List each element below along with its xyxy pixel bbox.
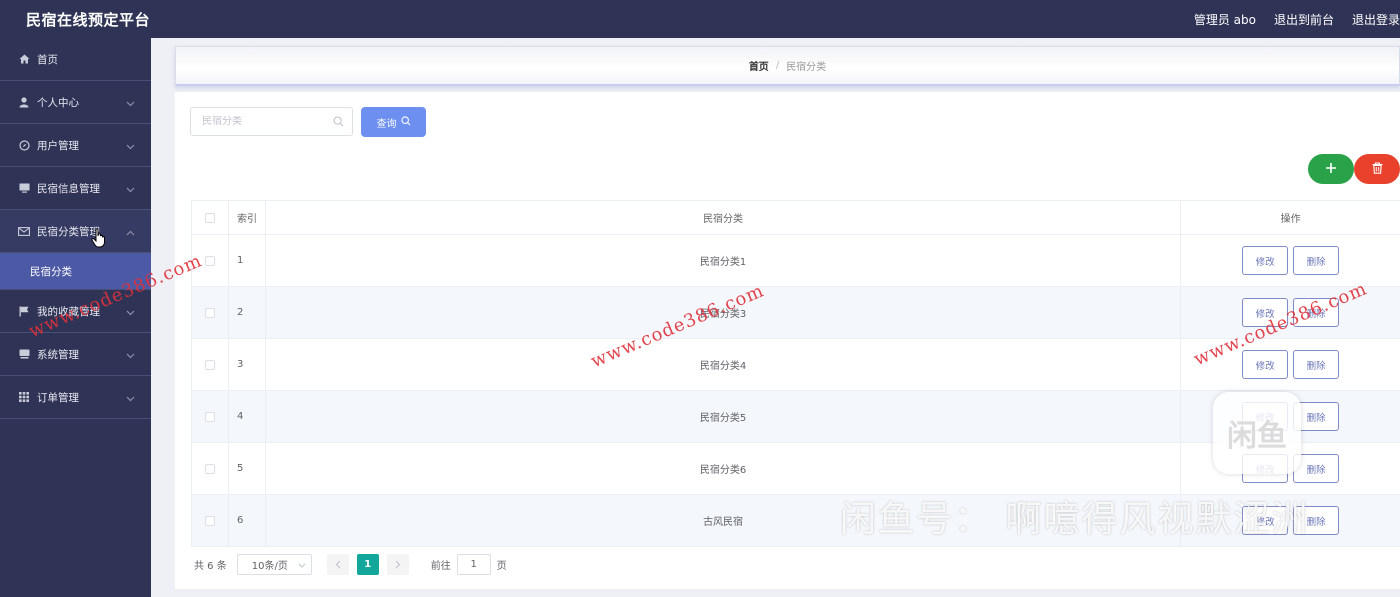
flag-icon (18, 305, 30, 317)
sidebar-item-label: 首页 (37, 53, 58, 66)
delete-button[interactable]: 删除 (1293, 246, 1340, 275)
exit-to-frontend-link[interactable]: 退出到前台 (1274, 11, 1334, 28)
search-input[interactable] (202, 116, 322, 127)
chevron-left-icon (335, 560, 341, 568)
sidebar-item-user-management[interactable]: 用户管理 (0, 124, 151, 167)
search-icon (400, 115, 411, 129)
batch-delete-button[interactable] (1354, 154, 1400, 184)
search-field[interactable] (190, 107, 353, 136)
chevron-up-icon (126, 226, 135, 239)
select-all-checkbox[interactable] (204, 212, 215, 223)
row-checkbox[interactable] (204, 463, 215, 474)
chevron-down-icon (126, 306, 135, 319)
row-checkbox[interactable] (204, 359, 215, 370)
edit-button[interactable]: 修改 (1242, 350, 1289, 379)
row-index: 3 (229, 339, 266, 390)
row-index: 4 (229, 391, 266, 442)
breadcrumb-current: 民宿分类 (786, 62, 827, 73)
row-category-name: 民宿分类1 (266, 235, 1182, 286)
page-number-current[interactable]: 1 (356, 553, 379, 575)
chevron-down-icon (126, 392, 135, 405)
row-checkbox[interactable] (204, 411, 215, 422)
search-icon (333, 116, 344, 130)
sidebar-item-label: 个人中心 (37, 96, 79, 109)
breadcrumb-home[interactable]: 首页 (749, 58, 769, 73)
admin-user-link[interactable]: 管理员 abo (1194, 11, 1256, 28)
next-page-button[interactable] (386, 553, 409, 575)
row-index: 6 (229, 495, 266, 546)
home-icon (18, 53, 30, 65)
goto-page-input[interactable] (456, 553, 491, 575)
user-icon (18, 96, 30, 108)
xianyu-logo-watermark: 闲鱼 (1213, 392, 1301, 474)
chevron-down-icon (126, 97, 135, 110)
prev-page-button[interactable] (326, 553, 349, 575)
delete-button[interactable]: 删除 (1293, 350, 1340, 379)
sidebar-item-personal-center[interactable]: 个人中心 (0, 81, 151, 124)
row-category-name: 民宿分类6 (266, 443, 1182, 494)
sidebar-item-label: 系统管理 (37, 348, 79, 361)
compass-icon (18, 139, 30, 151)
row-checkbox-cell (192, 339, 229, 390)
row-actions: 修改 删除 (1181, 235, 1400, 286)
row-category-name: 民宿分类4 (266, 339, 1182, 390)
trash-icon (1372, 161, 1383, 177)
row-checkbox-cell (192, 287, 229, 338)
query-button[interactable]: 查询 (361, 107, 426, 137)
mail-icon (18, 225, 30, 237)
row-checkbox[interactable] (204, 255, 215, 266)
column-header-index: 索引 (229, 201, 266, 234)
row-checkbox-cell (192, 443, 229, 494)
sidebar-item-label: 民宿信息管理 (37, 182, 100, 195)
row-index: 1 (229, 235, 266, 286)
table-row: 1 民宿分类1 修改 删除 (191, 235, 1400, 287)
column-header-actions: 操作 (1280, 214, 1301, 225)
chevron-down-icon (126, 183, 135, 196)
top-bar: 民宿在线预定平台 管理员 abo 退出到前台 退出登录 (0, 0, 1400, 38)
page-size-select[interactable]: 10条/页 (236, 553, 312, 575)
row-checkbox[interactable] (204, 307, 215, 318)
goto-prefix: 前往 (430, 560, 451, 572)
sidebar-item-orders[interactable]: 订单管理 (0, 376, 151, 419)
breadcrumb: 首页 / 民宿分类 (175, 46, 1400, 86)
query-button-label: 查询 (376, 118, 397, 130)
xianyu-id-watermark: 闲鱼号： 啊噫得风视默涩洲 (840, 499, 1310, 540)
goto-suffix: 页 (496, 560, 507, 572)
chevron-down-icon (298, 560, 306, 571)
chevron-right-icon (395, 560, 401, 568)
header-checkbox-cell (192, 201, 229, 234)
grid-icon (18, 391, 30, 403)
pagination-total: 共 6 条 (194, 560, 227, 572)
goto-page: 前往 页 (430, 553, 507, 575)
row-checkbox-cell (192, 391, 229, 442)
pagination: 共 6 条 10条/页 1 前往 页 (194, 553, 507, 575)
table-header-row: 索引 民宿分类 操作 (191, 201, 1400, 235)
sidebar-item-homestay-category[interactable]: 民宿分类管理 (0, 210, 151, 253)
sidebar-item-label: 用户管理 (37, 139, 79, 152)
row-checkbox-cell (192, 495, 229, 546)
app-title: 民宿在线预定平台 (26, 11, 151, 29)
device-icon (18, 348, 30, 360)
plus-icon (1325, 162, 1337, 177)
hand-cursor-icon (91, 228, 107, 251)
sidebar-item-label: 订单管理 (37, 391, 79, 404)
breadcrumb-separator: / (775, 60, 780, 71)
sidebar-item-homestay-info[interactable]: 民宿信息管理 (0, 167, 151, 210)
chevron-down-icon (126, 349, 135, 362)
chevron-down-icon (126, 140, 135, 153)
table-row: 2 民宿分类3 修改 删除 (191, 287, 1400, 339)
monitor-icon (18, 182, 30, 194)
edit-button[interactable]: 修改 (1242, 246, 1289, 275)
row-index: 2 (229, 287, 266, 338)
page-size-value: 10条/页 (251, 560, 288, 572)
column-header-category: 民宿分类 (266, 201, 1182, 234)
sidebar-item-home[interactable]: 首页 (0, 38, 151, 81)
sidebar-item-system[interactable]: 系统管理 (0, 333, 151, 376)
row-index: 5 (229, 443, 266, 494)
logout-link[interactable]: 退出登录 (1352, 11, 1400, 28)
row-category-name: 民宿分类5 (266, 391, 1182, 442)
header-links: 管理员 abo 退出到前台 退出登录 (1194, 11, 1400, 28)
row-checkbox[interactable] (204, 515, 215, 526)
add-button[interactable] (1308, 154, 1354, 184)
